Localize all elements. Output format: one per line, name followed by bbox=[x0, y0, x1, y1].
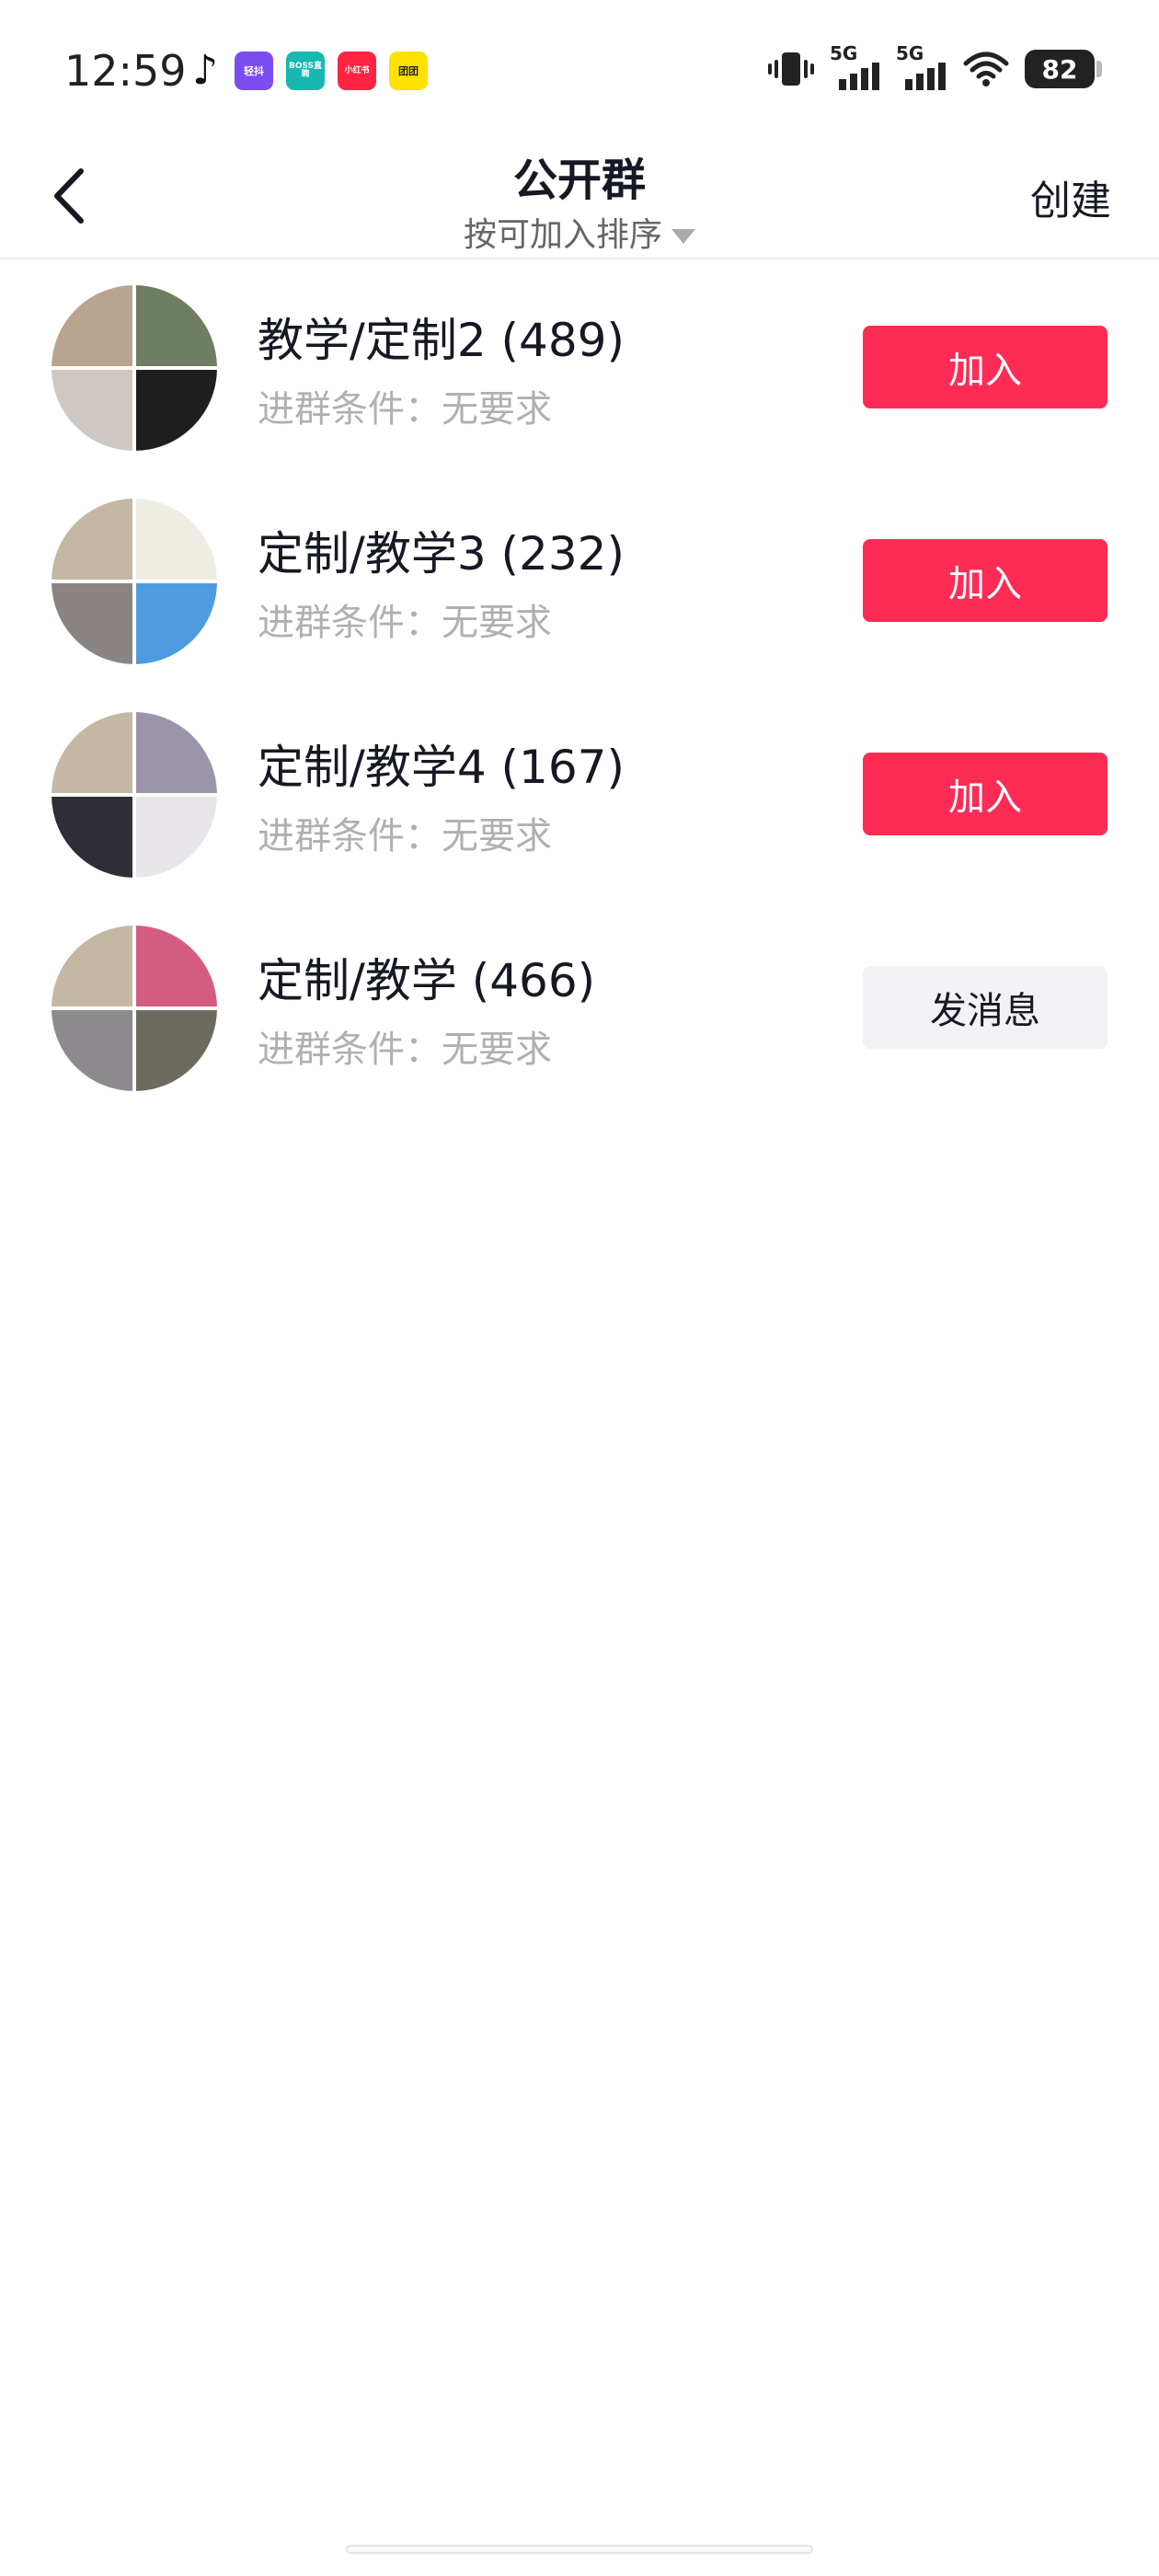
status-bar: 12:59 ♪ 轻抖 BOSS直聘 小红书 团团 5G 5G 82 bbox=[0, 0, 1159, 138]
member-photo bbox=[136, 1010, 217, 1091]
notification-icons: ♪ 轻抖 BOSS直聘 小红书 团团 bbox=[189, 47, 428, 94]
join-button[interactable]: 加入 bbox=[863, 753, 1107, 835]
member-photo bbox=[136, 499, 217, 580]
member-photo bbox=[136, 285, 217, 366]
qingdou-icon: 轻抖 bbox=[235, 52, 273, 90]
group-name: 定制/教学4 (167) bbox=[258, 741, 625, 794]
group-avatar[interactable] bbox=[52, 285, 217, 451]
status-time: 12:59 bbox=[64, 46, 187, 96]
member-photo bbox=[52, 370, 132, 451]
member-photo bbox=[52, 583, 132, 664]
join-condition: 进群条件：无要求 bbox=[258, 388, 552, 431]
group-row[interactable]: 定制/教学4 (167) 进群条件：无要求 加入 bbox=[0, 703, 1159, 916]
join-condition: 进群条件：无要求 bbox=[258, 602, 552, 644]
xiaohongshu-icon: 小红书 bbox=[338, 52, 376, 90]
group-name: 定制/教学3 (232) bbox=[258, 527, 625, 581]
sort-dropdown[interactable]: 按可加入排序 bbox=[0, 208, 1159, 256]
member-photo bbox=[136, 370, 217, 451]
page-title: 公开群 bbox=[512, 155, 646, 206]
member-photo bbox=[52, 712, 132, 793]
group-row[interactable]: 定制/教学 (466) 进群条件：无要求 发消息 bbox=[0, 916, 1159, 1130]
battery-icon: 82 bbox=[1025, 50, 1102, 88]
caret-down-icon bbox=[671, 229, 695, 244]
join-button[interactable]: 加入 bbox=[863, 326, 1107, 408]
member-photo bbox=[52, 797, 132, 878]
member-photo bbox=[136, 712, 217, 793]
group-name: 定制/教学 (466) bbox=[258, 954, 596, 1007]
sort-label: 按可加入排序 bbox=[463, 216, 662, 254]
group-avatar[interactable] bbox=[52, 712, 217, 878]
member-photo bbox=[136, 797, 217, 878]
member-photo bbox=[136, 926, 217, 1006]
boss-icon: BOSS直聘 bbox=[286, 52, 325, 90]
group-row[interactable]: 教学/定制2 (489) 进群条件：无要求 加入 bbox=[0, 276, 1159, 489]
join-condition: 进群条件：无要求 bbox=[258, 815, 552, 857]
nav-header: 公开群 按可加入排序 创建 bbox=[0, 138, 1159, 259]
public-groups-page: 12:59 ♪ 轻抖 BOSS直聘 小红书 团团 5G 5G 82 公开群 按可… bbox=[0, 0, 1159, 2576]
network-type-label: 5G bbox=[830, 42, 858, 64]
join-button[interactable]: 加入 bbox=[863, 539, 1107, 622]
signal-icon-2: 5G bbox=[896, 42, 947, 90]
vibrate-icon bbox=[768, 52, 814, 86]
group-name: 教学/定制2 (489) bbox=[258, 314, 625, 367]
join-condition: 进群条件：无要求 bbox=[258, 1029, 552, 1071]
home-indicator[interactable] bbox=[346, 2545, 813, 2554]
network-type-label: 5G bbox=[896, 42, 924, 64]
meituan-icon: 团团 bbox=[389, 52, 428, 90]
wifi-icon bbox=[963, 52, 1009, 86]
member-photo bbox=[52, 926, 132, 1006]
member-photo bbox=[52, 285, 132, 366]
tiktok-icon: ♪ bbox=[191, 47, 219, 94]
create-button[interactable]: 创建 bbox=[1030, 167, 1111, 226]
send-message-button[interactable]: 发消息 bbox=[863, 966, 1107, 1049]
group-list: 教学/定制2 (489) 进群条件：无要求 加入 定制/教学3 (232) 进群条件：无… bbox=[0, 276, 1159, 1130]
member-photo bbox=[52, 499, 132, 580]
member-photo bbox=[136, 583, 217, 664]
member-photo bbox=[52, 1010, 132, 1091]
group-avatar[interactable] bbox=[52, 499, 217, 664]
group-row[interactable]: 定制/教学3 (232) 进群条件：无要求 加入 bbox=[0, 489, 1159, 703]
status-indicators: 5G 5G 82 bbox=[767, 42, 1102, 90]
group-avatar[interactable] bbox=[52, 926, 217, 1091]
signal-icon-1: 5G bbox=[830, 42, 881, 90]
